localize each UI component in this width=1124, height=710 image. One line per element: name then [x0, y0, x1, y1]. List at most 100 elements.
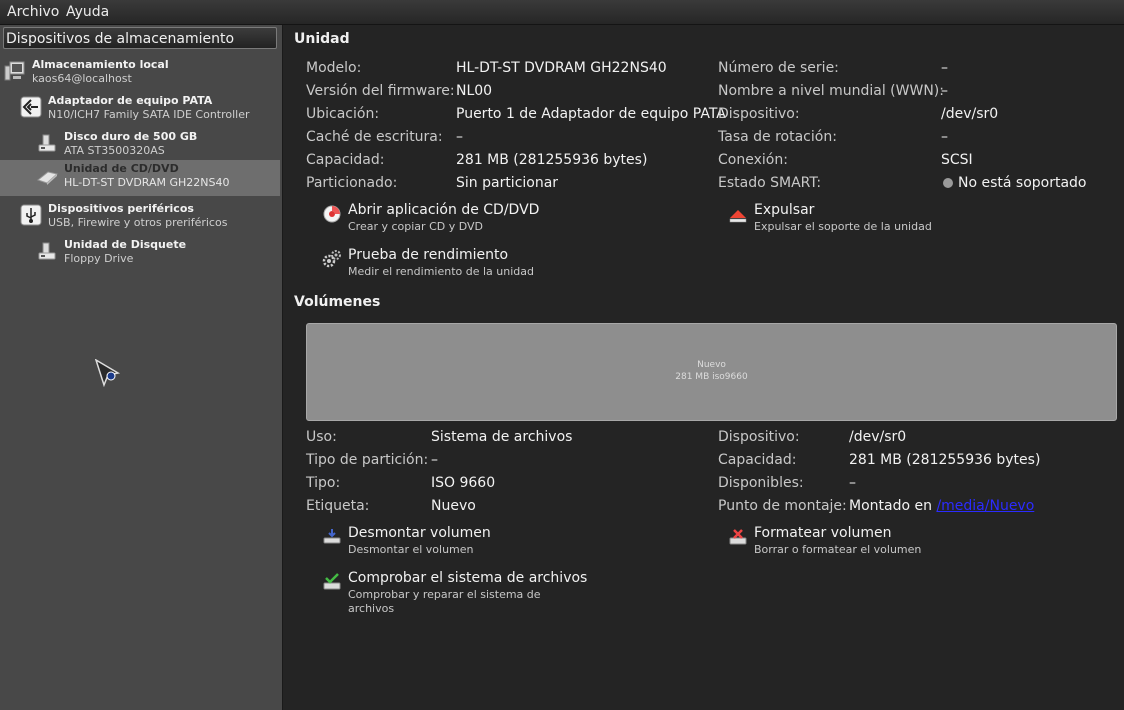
- sidebar-header[interactable]: Dispositivos de almacenamiento: [3, 27, 277, 49]
- field-label: Dispositivo:: [718, 429, 800, 445]
- mouse-cursor-icon: [95, 359, 121, 387]
- tree-title: Unidad de Disquete: [64, 238, 187, 251]
- field-label: Etiqueta:: [306, 498, 370, 514]
- action-subtitle: Comprobar y reparar el sistema de archiv…: [348, 588, 541, 615]
- sidebar-item-hard-disk[interactable]: Disco duro de 500 GB ATA ST3500320AS: [0, 128, 280, 164]
- field-value: Sin particionar: [456, 175, 559, 191]
- field-value: –: [849, 475, 856, 491]
- field-label: Capacidad:: [718, 452, 797, 468]
- action-title: Comprobar el sistema de archivos: [348, 570, 588, 586]
- field-label: Ubicación:: [306, 106, 380, 122]
- field-label: Nombre a nivel mundial (WWN):: [718, 83, 944, 99]
- computer-icon: [4, 61, 25, 81]
- field-value: –: [941, 129, 948, 145]
- controller-icon: [20, 96, 42, 118]
- status-dot-icon: [943, 178, 953, 188]
- floppy-drive-icon: [38, 242, 56, 260]
- field-value: Montado en: [849, 498, 932, 514]
- menubar: Archivo Ayuda: [0, 0, 1124, 25]
- field-label: Capacidad:: [306, 152, 385, 168]
- tree-title: Unidad de CD/DVD: [64, 162, 179, 175]
- section-title-volumenes: Volúmenes: [294, 294, 381, 310]
- sidebar-item-cd-dvd[interactable]: Unidad de CD/DVD HL-DT-ST DVDRAM GH22NS4…: [0, 160, 280, 196]
- sidebar-item-floppy[interactable]: Unidad de Disquete Floppy Drive: [0, 236, 280, 272]
- field-value: 281 MB (281255936 bytes): [849, 452, 1041, 468]
- action-title: Abrir aplicación de CD/DVD: [348, 202, 540, 218]
- mount-point-value: Montado en /media/Nuevo: [849, 498, 1034, 514]
- sidebar-item-pata-adapter[interactable]: Adaptador de equipo PATA N10/ICH7 Family…: [0, 92, 280, 128]
- field-label: Versión del firmware:: [306, 83, 455, 99]
- field-value: No está soportado: [958, 175, 1087, 191]
- open-cd-dvd-app-button[interactable]: Abrir aplicación de CD/DVD Crear y copia…: [322, 202, 682, 236]
- field-label: Dispositivo:: [718, 106, 800, 122]
- action-subtitle: Borrar o formatear el volumen: [754, 543, 922, 556]
- tree-subtitle: Floppy Drive: [64, 252, 134, 265]
- action-title: Prueba de rendimiento: [348, 247, 509, 263]
- format-volume-button[interactable]: Formatear volumen Borrar o formatear el …: [728, 525, 1088, 559]
- field-label: Conexión:: [718, 152, 788, 168]
- field-value: –: [941, 83, 948, 99]
- action-subtitle: Crear y copiar CD y DVD: [348, 220, 483, 233]
- action-title: Expulsar: [754, 202, 815, 218]
- unmount-icon: [323, 529, 341, 544]
- field-value: –: [456, 129, 463, 145]
- field-value: –: [431, 452, 438, 468]
- unmount-volume-button[interactable]: Desmontar volumen Desmontar el volumen: [322, 525, 682, 559]
- eject-button[interactable]: Expulsar Expulsar el soporte de la unida…: [728, 202, 1088, 236]
- field-value: Puerto 1 de Adaptador de equipo PATA: [456, 106, 726, 122]
- field-label: Caché de escritura:: [306, 129, 443, 145]
- smart-status: No está soportado: [943, 175, 1087, 191]
- action-subtitle: Desmontar el volumen: [348, 543, 474, 556]
- field-value: HL-DT-ST DVDRAM GH22NS40: [456, 60, 667, 76]
- volume-partition-bar[interactable]: Nuevo 281 MB iso9660: [306, 323, 1117, 421]
- tree-subtitle: HL-DT-ST DVDRAM GH22NS40: [64, 176, 230, 189]
- check-filesystem-icon: [323, 573, 341, 590]
- eject-icon: [729, 210, 747, 223]
- optical-drive-icon: [36, 171, 58, 185]
- tree-subtitle: N10/ICH7 Family SATA IDE Controller: [48, 108, 250, 121]
- field-value: SCSI: [941, 152, 973, 168]
- field-label: Tasa de rotación:: [718, 129, 837, 145]
- menu-archivo[interactable]: Archivo: [7, 4, 59, 20]
- mount-point-link[interactable]: /media/Nuevo: [936, 498, 1034, 514]
- field-label: Modelo:: [306, 60, 362, 76]
- field-value: Nuevo: [431, 498, 476, 514]
- field-label: Tipo:: [306, 475, 341, 491]
- main-panel: Unidad Modelo: HL-DT-ST DVDRAM GH22NS40 …: [283, 25, 1124, 710]
- menu-ayuda[interactable]: Ayuda: [66, 4, 109, 20]
- field-value: NL00: [456, 83, 493, 99]
- section-title-unidad: Unidad: [294, 31, 350, 47]
- field-label: Particionado:: [306, 175, 398, 191]
- field-label: Estado SMART:: [718, 175, 822, 191]
- tree-title: Adaptador de equipo PATA: [48, 94, 213, 107]
- tree-subtitle: ATA ST3500320AS: [64, 144, 165, 157]
- action-subtitle: Medir el rendimiento de la unidad: [348, 265, 534, 278]
- gears-icon: [322, 250, 341, 268]
- field-label: Número de serie:: [718, 60, 839, 76]
- benchmark-button[interactable]: Prueba de rendimiento Medir el rendimien…: [322, 247, 682, 281]
- field-label: Uso:: [306, 429, 337, 445]
- field-label: Disponibles:: [718, 475, 804, 491]
- field-value: 281 MB (281255936 bytes): [456, 152, 648, 168]
- tree-title: Almacenamiento local: [32, 58, 169, 71]
- sidebar-item-peripherals[interactable]: Dispositivos periféricos USB, Firewire y…: [0, 200, 280, 236]
- sidebar-header-label: Dispositivos de almacenamiento: [6, 31, 235, 47]
- hard-disk-icon: [38, 134, 56, 152]
- field-label: Punto de montaje:: [718, 498, 847, 514]
- format-icon: [729, 529, 747, 545]
- volume-sublabel: 281 MB iso9660: [675, 372, 748, 382]
- field-value: /dev/sr0: [941, 106, 999, 122]
- volume-label: Nuevo: [697, 360, 726, 370]
- field-value: Sistema de archivos: [431, 429, 573, 445]
- field-value: ISO 9660: [431, 475, 496, 491]
- field-value: /dev/sr0: [849, 429, 907, 445]
- usb-icon: [20, 204, 42, 226]
- tree-title: Disco duro de 500 GB: [64, 130, 198, 143]
- action-title: Desmontar volumen: [348, 525, 491, 541]
- sidebar: Dispositivos de almacenamiento Almacenam…: [0, 25, 283, 710]
- action-subtitle: Expulsar el soporte de la unidad: [754, 220, 932, 233]
- field-value: –: [941, 60, 948, 76]
- sidebar-item-local-storage[interactable]: Almacenamiento local kaos64@localhost: [0, 56, 280, 92]
- disc-burner-icon: [323, 205, 341, 223]
- check-filesystem-button[interactable]: Comprobar el sistema de archivos Comprob…: [322, 570, 587, 615]
